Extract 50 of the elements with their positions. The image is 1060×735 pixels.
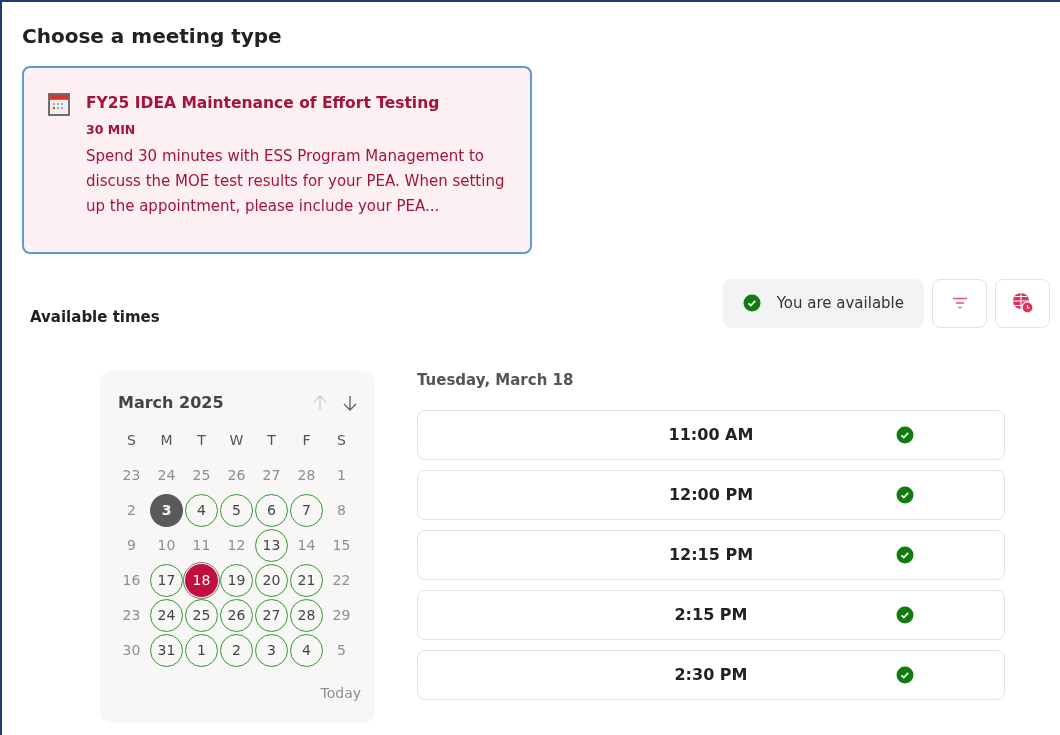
- weekday-label: T: [267, 430, 276, 450]
- time-slot-button[interactable]: 2:15 PM: [417, 590, 1005, 640]
- page-heading: Choose a meeting type: [22, 24, 283, 48]
- calendar-day: 26: [220, 458, 253, 492]
- time-zone-button[interactable]: [995, 278, 1050, 328]
- calendar-day: 10: [150, 528, 183, 562]
- duration-label: 30 MIN: [86, 121, 137, 140]
- calendar-day: 1: [325, 458, 358, 492]
- time-slot-button[interactable]: 11:00 AM: [417, 410, 1005, 460]
- weekday-label: W: [229, 430, 244, 450]
- globe-icon: [1011, 292, 1034, 315]
- calendar-day: 12: [220, 528, 253, 562]
- calendar-day: 5: [325, 633, 358, 667]
- calendar-day: 16: [115, 563, 148, 597]
- calendar-day[interactable]: 3: [150, 493, 183, 527]
- weekday-label: M: [160, 430, 173, 450]
- weekday-label: T: [197, 430, 206, 450]
- meeting-title: FY25 IDEA Maintenance of Effort Testing: [86, 93, 441, 114]
- calendar-day: 23: [115, 458, 148, 492]
- calendar-day: 23: [115, 598, 148, 632]
- meeting-description: Spend 30 minutes with ESS Program Management to discuss the MOE test results for your PEA. When setting up the appointment, please include your PEA...: [86, 146, 506, 217]
- calendar-day[interactable]: 18: [185, 563, 218, 597]
- time-slot-button[interactable]: 2:30 PM: [417, 650, 1005, 700]
- calendar-day: 11: [185, 528, 218, 562]
- weekday-label: S: [337, 430, 346, 450]
- time-slot-button[interactable]: 12:00 PM: [417, 470, 1005, 520]
- check-icon: [742, 294, 761, 313]
- filter-icon: [951, 297, 968, 310]
- calendar-day: 24: [150, 458, 183, 492]
- selected-date: Tuesday, March 18: [417, 369, 575, 391]
- weekday-label: F: [302, 430, 311, 450]
- time-slot-button[interactable]: 12:15 PM: [417, 530, 1005, 580]
- status-text: You are available: [776, 293, 904, 314]
- calendar-icon: [48, 92, 70, 116]
- calendar-day: 15: [325, 528, 358, 562]
- section-label: Available times: [29, 307, 160, 328]
- calendar-day: 29: [325, 598, 358, 632]
- calendar-day: 8: [325, 493, 358, 527]
- calendar-day: 2: [115, 493, 148, 527]
- calendar-day: 14: [290, 528, 323, 562]
- weekday-label: S: [127, 430, 136, 450]
- meeting-type-card[interactable]: FY25 IDEA Maintenance of Effort Testing 30 MIN Spend 30 minutes with ESS Program Management to discuss the MOE test results for your PEA. When setting up the appointment, please include your PEA...: [22, 66, 532, 254]
- calendar-day: 22: [325, 563, 358, 597]
- calendar-day: 9: [115, 528, 148, 562]
- next-month-button[interactable]: [343, 394, 357, 411]
- calendar-day: 28: [290, 458, 323, 492]
- month-title: March 2025: [118, 391, 224, 414]
- calendar-day: 30: [115, 633, 148, 667]
- calendar-day: 27: [255, 458, 288, 492]
- calendar-day: 25: [185, 458, 218, 492]
